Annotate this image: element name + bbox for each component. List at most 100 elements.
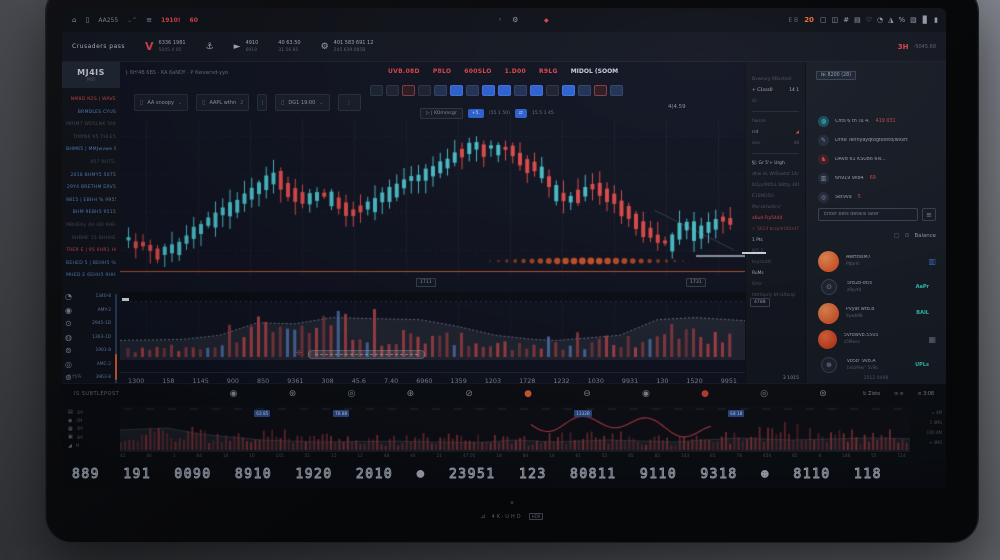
watchlist-item[interactable]: BHM65 | MMJwvwe 935 [66,144,116,157]
ticker-item[interactable]: 1.D00 [505,68,526,75]
app-logo[interactable]: MJ4IS PRO [62,62,120,88]
watchlist-item[interactable]: MBHE6y 4H HD 9HE6M [66,220,116,233]
session-dropdown[interactable]: ▯ DG1 19:00 ⌄ [275,94,329,111]
status-icon[interactable]: ◫ [832,16,839,24]
status-icon[interactable]: # [843,16,849,24]
legend-row[interactable]: 1 4MS [914,418,942,428]
status-icon[interactable]: ⚙ [512,16,518,24]
toolbar-button[interactable] [594,85,607,96]
buy-button[interactable]: +5. [468,109,484,118]
gauge-row[interactable]: ◔ 1340-8 [65,290,111,304]
interval-dropdown[interactable]: ▯ AAPL wthn 2 [196,94,249,111]
dock-icon[interactable]: ◉ [642,389,650,399]
dock-icon[interactable]: ● [701,389,709,399]
broker-logo-segment[interactable]: V 6336 19815045 4 05 [145,40,186,54]
feed-row[interactable]: ◍ Chts 6 th Tu 4. 419 031 [818,112,936,131]
legend-row[interactable]: ▦ 4M [68,425,114,433]
feed-row[interactable]: ✎ Drite Tehnyayqtogtesttd/wxsrt [818,131,936,150]
summary-row[interactable]: §|: Gr 5'+ Urgh [752,158,799,169]
dock-text[interactable]: ⊙ 3:08 [918,392,934,397]
gauge-row[interactable]: ◎ AMC-2 [65,358,111,372]
strip-chip[interactable]: E8 18 [728,410,744,417]
ticker-item[interactable]: P8LO [433,68,451,75]
price-chart[interactable] [120,118,745,276]
legend-row[interactable]: ▤ 1M [68,408,114,416]
notification-badge[interactable]: 20 [804,16,814,24]
summary-row[interactable]: Bvwsvry 9Dvstvst [752,74,799,85]
bet-details-input[interactable] [818,208,918,221]
ticker-item[interactable]: UVB.08D [388,68,420,75]
summary-row[interactable]: 1 Pts [752,235,799,246]
status-icon[interactable]: ▧ [910,16,917,24]
pane-handle[interactable] [122,298,129,301]
volume-pane[interactable] [120,292,745,360]
order-row[interactable]: ⊕ vb5b' 9vb.A brbzMwr' 5v9b UPLs [818,352,936,378]
toolbar-button[interactable] [386,85,399,96]
gauge-scrollbar-thumb[interactable] [115,354,117,380]
separator-button[interactable]: | [257,94,267,111]
summary-row[interactable]: hwsse [752,116,799,127]
status-icon[interactable]: ◮ [888,16,893,24]
home-icon[interactable]: ⌂ [72,16,76,24]
watchlist-item[interactable]: 29Y4 BRETHM ERV5 [66,182,116,195]
dock-icon[interactable]: ⊕ [407,389,415,399]
watchlist-item[interactable]: BRMDLES CYUS [66,107,116,120]
toolbar-button[interactable] [578,85,591,96]
status-icon[interactable]: ◦ [498,16,502,24]
toolbar-button[interactable] [610,85,623,96]
sell-button[interactable]: ⇄ [515,109,527,118]
summary-row[interactable]: Orte [752,279,799,290]
watchlist-item[interactable]: TtMtN6 95 THLE5 [66,132,116,145]
gauge-row[interactable]: ⊚ 1901-8 [65,344,111,358]
breadth-canvas[interactable] [120,406,910,452]
more-options-button[interactable]: ⋮ [338,94,361,111]
toolbar-button[interactable] [370,85,383,96]
strip-chip[interactable]: 1332B [574,410,592,417]
watchlist-item[interactable]: 857 9HT5- [66,157,116,170]
breadth-strip[interactable]: 63 85 T8 88 1332B E8 18 [120,406,910,452]
menu-icon[interactable]: ≡ [146,16,152,24]
legend-row[interactable]: = 4M [914,408,942,418]
order-row[interactable]: ⊙ 5rb2b-8t/s z9yvtd AaPr [818,274,936,300]
balance-row[interactable]: ▢ ⊙ Balance [894,232,936,239]
anchor-icon[interactable]: ⚓ [206,42,214,52]
cursor-icon[interactable]: ► [234,42,241,52]
summary-row[interactable]: RuMs [752,268,799,279]
strip-chip[interactable]: T8 88 [333,410,349,417]
summary-row[interactable]: a6ud Frp5444 [752,213,799,224]
panel-id-chip[interactable]: № 8200 (28) [816,71,856,80]
summary-row[interactable]: brystutfc [752,257,799,268]
order-row[interactable]: AwHtssM7 PtJbrhl ▥ [818,248,936,274]
dock-icon[interactable]: ⊖ [583,389,591,399]
summary-row[interactable] [752,111,799,112]
dock-text[interactable]: ⊙ ⊙ [894,392,904,397]
summary-row[interactable] [752,153,799,154]
dock-icon[interactable]: ◎ [760,389,768,399]
dock-icon[interactable]: ◎ [347,389,355,399]
toolbar-button[interactable] [498,85,511,96]
hamburger-icon[interactable]: ≡ [922,208,936,221]
toolbar-button[interactable] [514,85,527,96]
toolbar-button[interactable] [466,85,479,96]
dock-icon[interactable]: ⊜ [819,389,827,399]
summary-row[interactable]: bt1prM4tLL b8tzy 44D [752,180,799,191]
dock-icon[interactable]: ⊛ [289,389,297,399]
ticker-item[interactable]: 600SLO [464,68,491,75]
toolbar-button[interactable] [482,85,495,96]
chart-scrollbar[interactable] [308,350,425,359]
watchlist-item[interactable]: TRER E | 95 6HR1 HF5HR [66,245,116,258]
toolbar-button[interactable] [434,85,447,96]
toolbar-button[interactable] [418,85,431,96]
summary-row[interactable]: rrd◢ [752,127,799,138]
feed-row[interactable]: ♞ DAV8 61 KSU86 6N... [818,150,936,169]
status-icon[interactable]: ▤ [854,16,861,24]
watchlist-item[interactable]: BEHED 5 | BEHH5 % WHHB [66,258,116,271]
legend-row[interactable]: ▣ 4M [68,433,114,441]
dock-icon[interactable]: ● [524,389,532,399]
summary-row[interactable]: éve48 [752,138,799,149]
gauge-row[interactable]: ⊙ 2945-1D [65,317,111,331]
strip-chip[interactable]: 63 85 [254,410,270,417]
legend-row[interactable]: ◉ 4M [68,416,114,424]
legend-row[interactable]: ◢ M [68,442,114,450]
status-icon[interactable]: % [898,16,905,24]
